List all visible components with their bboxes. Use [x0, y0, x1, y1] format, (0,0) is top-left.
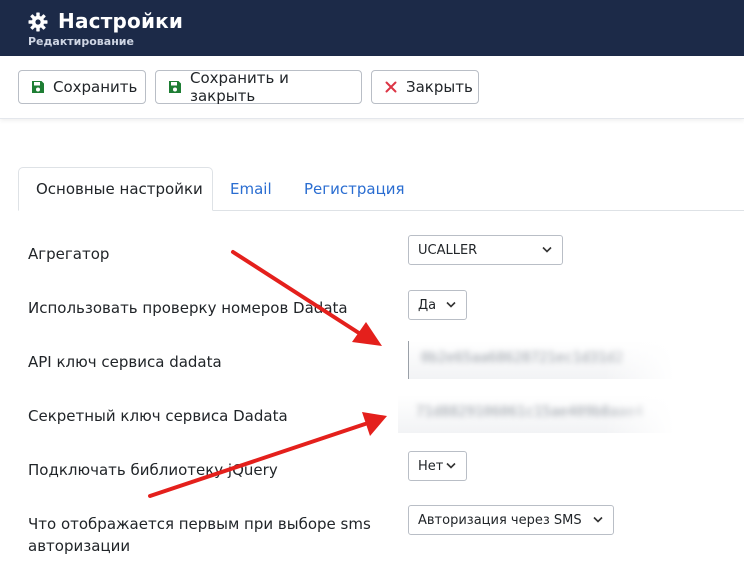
chevron-down-icon [446, 301, 456, 308]
aggregator-value: UCALLER [418, 242, 478, 258]
sms-first-value: Авторизация через SMS [418, 512, 582, 528]
secret-key-input[interactable]: 71d8829106061c15ae409b8aae4 [398, 395, 674, 433]
close-button[interactable]: Закрыть [371, 70, 479, 104]
aggregator-label: Агрегатор [28, 245, 110, 263]
api-key-label: API ключ сервиса dadata [28, 353, 222, 371]
jquery-label: Подключать библиотеку jQuery [28, 461, 278, 479]
page-subtitle: Редактирование [28, 35, 134, 48]
close-button-label: Закрыть [406, 78, 473, 96]
chevron-down-icon [593, 516, 603, 523]
secret-key-label: Секретный ключ сервиса Dadata [28, 407, 288, 425]
save-button[interactable]: Сохранить [18, 70, 146, 104]
save-and-close-button-label: Сохранить и закрыть [190, 69, 289, 105]
dadata-check-label: Использовать проверку номеров Dadata [28, 299, 348, 317]
page-header: Настройки Редактирование [0, 0, 744, 56]
chevron-down-icon [446, 462, 456, 469]
dadata-check-value: Да [418, 297, 437, 313]
floppy-disk-icon [169, 81, 181, 93]
tab-main-settings[interactable]: Основные настройки [18, 167, 213, 211]
api-key-value: 0b2e65aa68628721ec1d31d2 [421, 350, 624, 366]
dadata-check-select[interactable]: Да [408, 290, 467, 320]
save-and-close-button[interactable]: Сохранить и закрыть [155, 69, 362, 105]
close-icon [385, 81, 397, 93]
floppy-disk-icon [32, 81, 44, 93]
aggregator-select[interactable]: UCALLER [408, 235, 563, 265]
chevron-down-icon [542, 246, 552, 253]
api-key-input[interactable]: 0b2e65aa68628721ec1d31d2 [408, 341, 674, 379]
tab-email[interactable]: Email [230, 167, 272, 211]
blur-overlay [604, 341, 674, 379]
sms-first-label: Что отображается первым при выборе sms а… [28, 515, 371, 555]
jquery-value: Нет [418, 458, 444, 474]
sms-first-select[interactable]: Авторизация через SMS [408, 505, 614, 535]
save-button-label: Сохранить [53, 78, 138, 96]
page-title: Настройки [58, 9, 184, 33]
gear-icon [28, 12, 48, 32]
tab-registration[interactable]: Регистрация [304, 167, 405, 211]
toolbar: Сохранить Сохранить и закрыть Закрыть [0, 56, 744, 119]
blur-overlay [604, 395, 674, 433]
jquery-select[interactable]: Нет [408, 451, 467, 481]
